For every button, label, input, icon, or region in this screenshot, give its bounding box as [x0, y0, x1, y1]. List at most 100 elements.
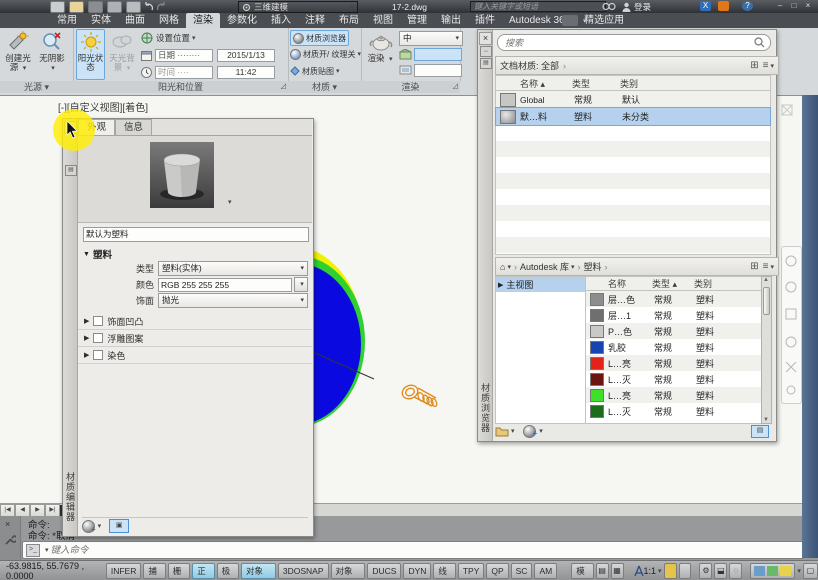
list-view-icon[interactable]: ≡	[763, 60, 769, 71]
annotation-visibility-icon[interactable]	[664, 563, 677, 579]
coordinates-readout[interactable]: -63.9815, 55.7679 , 0.0000	[6, 561, 104, 580]
library-material-row[interactable]: L…灭 常规 塑料	[586, 371, 762, 387]
material-name-field[interactable]: 默认为塑料	[83, 227, 309, 242]
date-value[interactable]: 2015/1/13	[217, 49, 275, 62]
annotation-scale-button[interactable]: 1:1 ▾	[634, 565, 662, 577]
restore-button[interactable]: □	[788, 1, 800, 11]
toggle-annotationmonitor[interactable]: AM	[534, 563, 557, 579]
material-mapping-button[interactable]: 材质贴图 ▾	[290, 64, 340, 78]
library-material-row[interactable]: L…灭 常规 塑料	[586, 403, 762, 419]
doc-col-category[interactable]: 类别	[620, 77, 638, 90]
tree-item-home-view[interactable]: ▶ 主视图	[496, 277, 586, 292]
customize-wrench-icon[interactable]	[4, 534, 16, 546]
expand-icon[interactable]: ▶	[84, 334, 89, 342]
render-environment-field[interactable]	[414, 48, 462, 61]
home-icon[interactable]: ⌂	[500, 262, 505, 272]
material-browser-close-icon[interactable]: ×	[479, 32, 492, 45]
render-output-field[interactable]	[414, 64, 462, 77]
tab-charu[interactable]: 插入	[264, 13, 298, 28]
tab-buju[interactable]: 布局	[332, 13, 366, 28]
toggle-quickproperties[interactable]: QP	[486, 563, 508, 579]
library-breadcrumb[interactable]: ⌂ ▾ › Autodesk 库 ▾ › 塑料 › ⊞ ≡ ▾	[495, 257, 779, 276]
communication-center-icon[interactable]	[718, 1, 729, 11]
tab-shitu[interactable]: 视图	[366, 13, 400, 28]
command-close-icon[interactable]: ×	[5, 519, 10, 529]
type-select[interactable]: 塑料(实体)▾	[158, 261, 308, 276]
isolate-objects-icon[interactable]	[754, 566, 765, 576]
list-view-icon[interactable]: ≡	[763, 261, 769, 272]
lib-col-category[interactable]: 类别	[694, 277, 712, 290]
section-tint[interactable]: ▶ 染色	[78, 347, 312, 364]
relief-pattern-checkbox[interactable]	[93, 333, 103, 343]
panel-render-label[interactable]: 渲染◿	[361, 81, 460, 93]
tab-shuchu[interactable]: 输出	[434, 13, 468, 28]
expand-icon[interactable]: ▶	[84, 317, 89, 325]
tree-expand-icon[interactable]: ▶	[498, 281, 503, 289]
preview-options-dropdown-icon[interactable]: ▾	[228, 198, 232, 206]
scroll-up-icon[interactable]: ▲	[763, 277, 769, 283]
status-tray-icon[interactable]	[767, 566, 778, 576]
toggle-lineweight[interactable]: 线宽	[433, 563, 455, 579]
toggle-grid[interactable]: 栅格	[168, 563, 190, 579]
toggle-transparency[interactable]: TPY	[458, 563, 485, 579]
panel-sun-label[interactable]: 阳光和位置◿	[73, 81, 288, 93]
doc-col-type[interactable]: 类型	[572, 77, 620, 90]
save-as-icon[interactable]	[107, 1, 122, 13]
layout-icon[interactable]: ▤	[596, 563, 609, 579]
sun-status-toggle[interactable]: 阳光状态	[76, 29, 105, 80]
infocenter-search[interactable]: 键入关键字或短语	[470, 1, 606, 12]
lightbulb-icon[interactable]	[780, 566, 791, 576]
panel-lights-label[interactable]: 光源 ▾	[0, 81, 73, 93]
tab-canshuhua[interactable]: 参数化	[220, 13, 264, 28]
workspace-dropdown-icon[interactable]: ▾	[350, 3, 354, 11]
toggle-ducs[interactable]: DUCS	[367, 563, 401, 579]
lib-col-type[interactable]: 类型 ▴	[652, 277, 694, 290]
sky-background-button[interactable]: 天光背景 ▾	[107, 30, 137, 73]
library-category[interactable]: 塑料	[584, 260, 602, 273]
help-icon[interactable]: ?	[742, 1, 753, 11]
library-scrollbar[interactable]: ▲ ▼	[761, 276, 772, 424]
tab-shiti[interactable]: 实体	[84, 13, 118, 28]
tab-overflow-icon[interactable]: ▾	[583, 17, 587, 25]
library-material-row[interactable]: L…亮 常规 塑料	[586, 355, 762, 371]
swatch-view-icon[interactable]: ⊞	[750, 60, 758, 71]
quickview-layouts-icon[interactable]: ▦	[611, 563, 624, 579]
library-material-row[interactable]: 层…1 常规 塑料	[586, 307, 762, 323]
tab-wangge[interactable]: 网格	[152, 13, 186, 28]
lib-table-header[interactable]: 名称 类型 ▴ 类别	[586, 277, 762, 291]
section-finish-bumps[interactable]: ▶ 饰面凹凸	[78, 313, 312, 330]
close-button[interactable]: ×	[802, 1, 814, 11]
material-editor-autohide-icon[interactable]: ▤	[65, 165, 77, 176]
lock-ui-icon[interactable]: ⬓	[714, 563, 727, 579]
tab-info[interactable]: 信息	[115, 119, 152, 135]
render-environment-row[interactable]	[399, 48, 462, 61]
panel-materials-label[interactable]: 材质 ▾	[288, 81, 361, 93]
tab-qumian[interactable]: 曲面	[118, 13, 152, 28]
binoculars-search-icon[interactable]	[602, 2, 616, 11]
exchange-apps-icon[interactable]: X	[700, 1, 711, 11]
view-options-dropdown-icon[interactable]: ▾	[770, 263, 774, 271]
autoscale-icon[interactable]	[679, 563, 692, 579]
toggle-polar[interactable]: 极轴	[217, 563, 239, 579]
scroll-down-icon[interactable]: ▼	[763, 417, 769, 423]
redo-icon[interactable]	[155, 2, 167, 12]
toggle-osnap[interactable]: 对象捕捉	[241, 563, 276, 579]
material-row-default-plastic[interactable]: 默…料 塑料 未分类	[496, 108, 770, 125]
material-preview-thumbnail[interactable]	[150, 142, 214, 208]
tab-xuanran-active[interactable]: 渲染	[186, 13, 220, 28]
section-relief-pattern[interactable]: ▶ 浮雕图案	[78, 330, 312, 347]
tab-guanli[interactable]: 管理	[400, 13, 434, 28]
lib-col-name[interactable]: 名称	[608, 277, 652, 290]
home-dropdown-icon[interactable]: ▾	[507, 263, 511, 271]
render-button[interactable]: 渲染 ▾	[365, 30, 395, 64]
model-space-button[interactable]: 模型	[571, 563, 593, 579]
clean-screen-button[interactable]: ▢	[803, 563, 818, 579]
manage-library-folder-icon[interactable]	[495, 425, 509, 437]
library-material-row[interactable]: L…亮 常规 塑料	[586, 387, 762, 403]
toggle-selectioncycling[interactable]: SC	[511, 563, 533, 579]
material-browser-title-bar[interactable]: × ↔ ▤ 材质浏览器	[478, 30, 493, 441]
minimize-button[interactable]: –	[774, 1, 786, 11]
plastic-section-header[interactable]: ▼ 塑料	[83, 247, 112, 261]
color-value-field[interactable]: RGB 255 255 255	[158, 278, 292, 292]
toggle-ortho[interactable]: 正交	[192, 563, 214, 579]
